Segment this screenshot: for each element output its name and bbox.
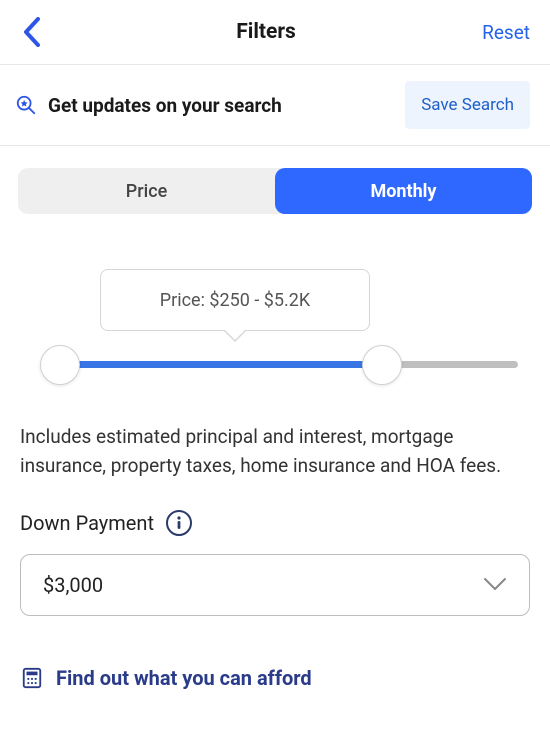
- affordability-text: Find out what you can afford: [56, 666, 312, 690]
- chevron-down-icon: [483, 576, 507, 595]
- down-payment-select[interactable]: $3,000: [20, 554, 530, 616]
- calculator-icon: [20, 666, 44, 690]
- tab-price[interactable]: Price: [18, 168, 275, 214]
- slider-handle-max[interactable]: [362, 345, 402, 385]
- header: Filters Reset: [0, 0, 550, 65]
- affordability-link[interactable]: Find out what you can afford: [20, 666, 530, 690]
- chevron-left-icon: [23, 17, 41, 47]
- slider-track-fill: [60, 361, 380, 368]
- down-payment-value: $3,000: [43, 573, 103, 597]
- tab-monthly[interactable]: Monthly: [275, 168, 532, 214]
- price-monthly-toggle: Price Monthly: [18, 168, 532, 214]
- slider-tooltip: Price: $250 - $5.2K: [100, 269, 370, 331]
- updates-text: Get updates on your search: [48, 94, 282, 117]
- price-slider: Price: $250 - $5.2K: [18, 269, 532, 389]
- save-search-button[interactable]: Save Search: [405, 81, 530, 129]
- info-icon[interactable]: [166, 510, 192, 536]
- updates-row: Get updates on your search Save Search: [0, 65, 550, 146]
- reset-link[interactable]: Reset: [482, 21, 530, 44]
- back-button[interactable]: [14, 14, 50, 50]
- slider-handle-min[interactable]: [40, 345, 80, 385]
- favorite-search-icon: [14, 93, 38, 117]
- page-title: Filters: [236, 20, 296, 44]
- down-payment-label: Down Payment: [20, 511, 154, 535]
- disclaimer-text: Includes estimated principal and interes…: [20, 423, 530, 480]
- down-payment-row: Down Payment: [20, 510, 530, 536]
- updates-left: Get updates on your search: [14, 93, 282, 117]
